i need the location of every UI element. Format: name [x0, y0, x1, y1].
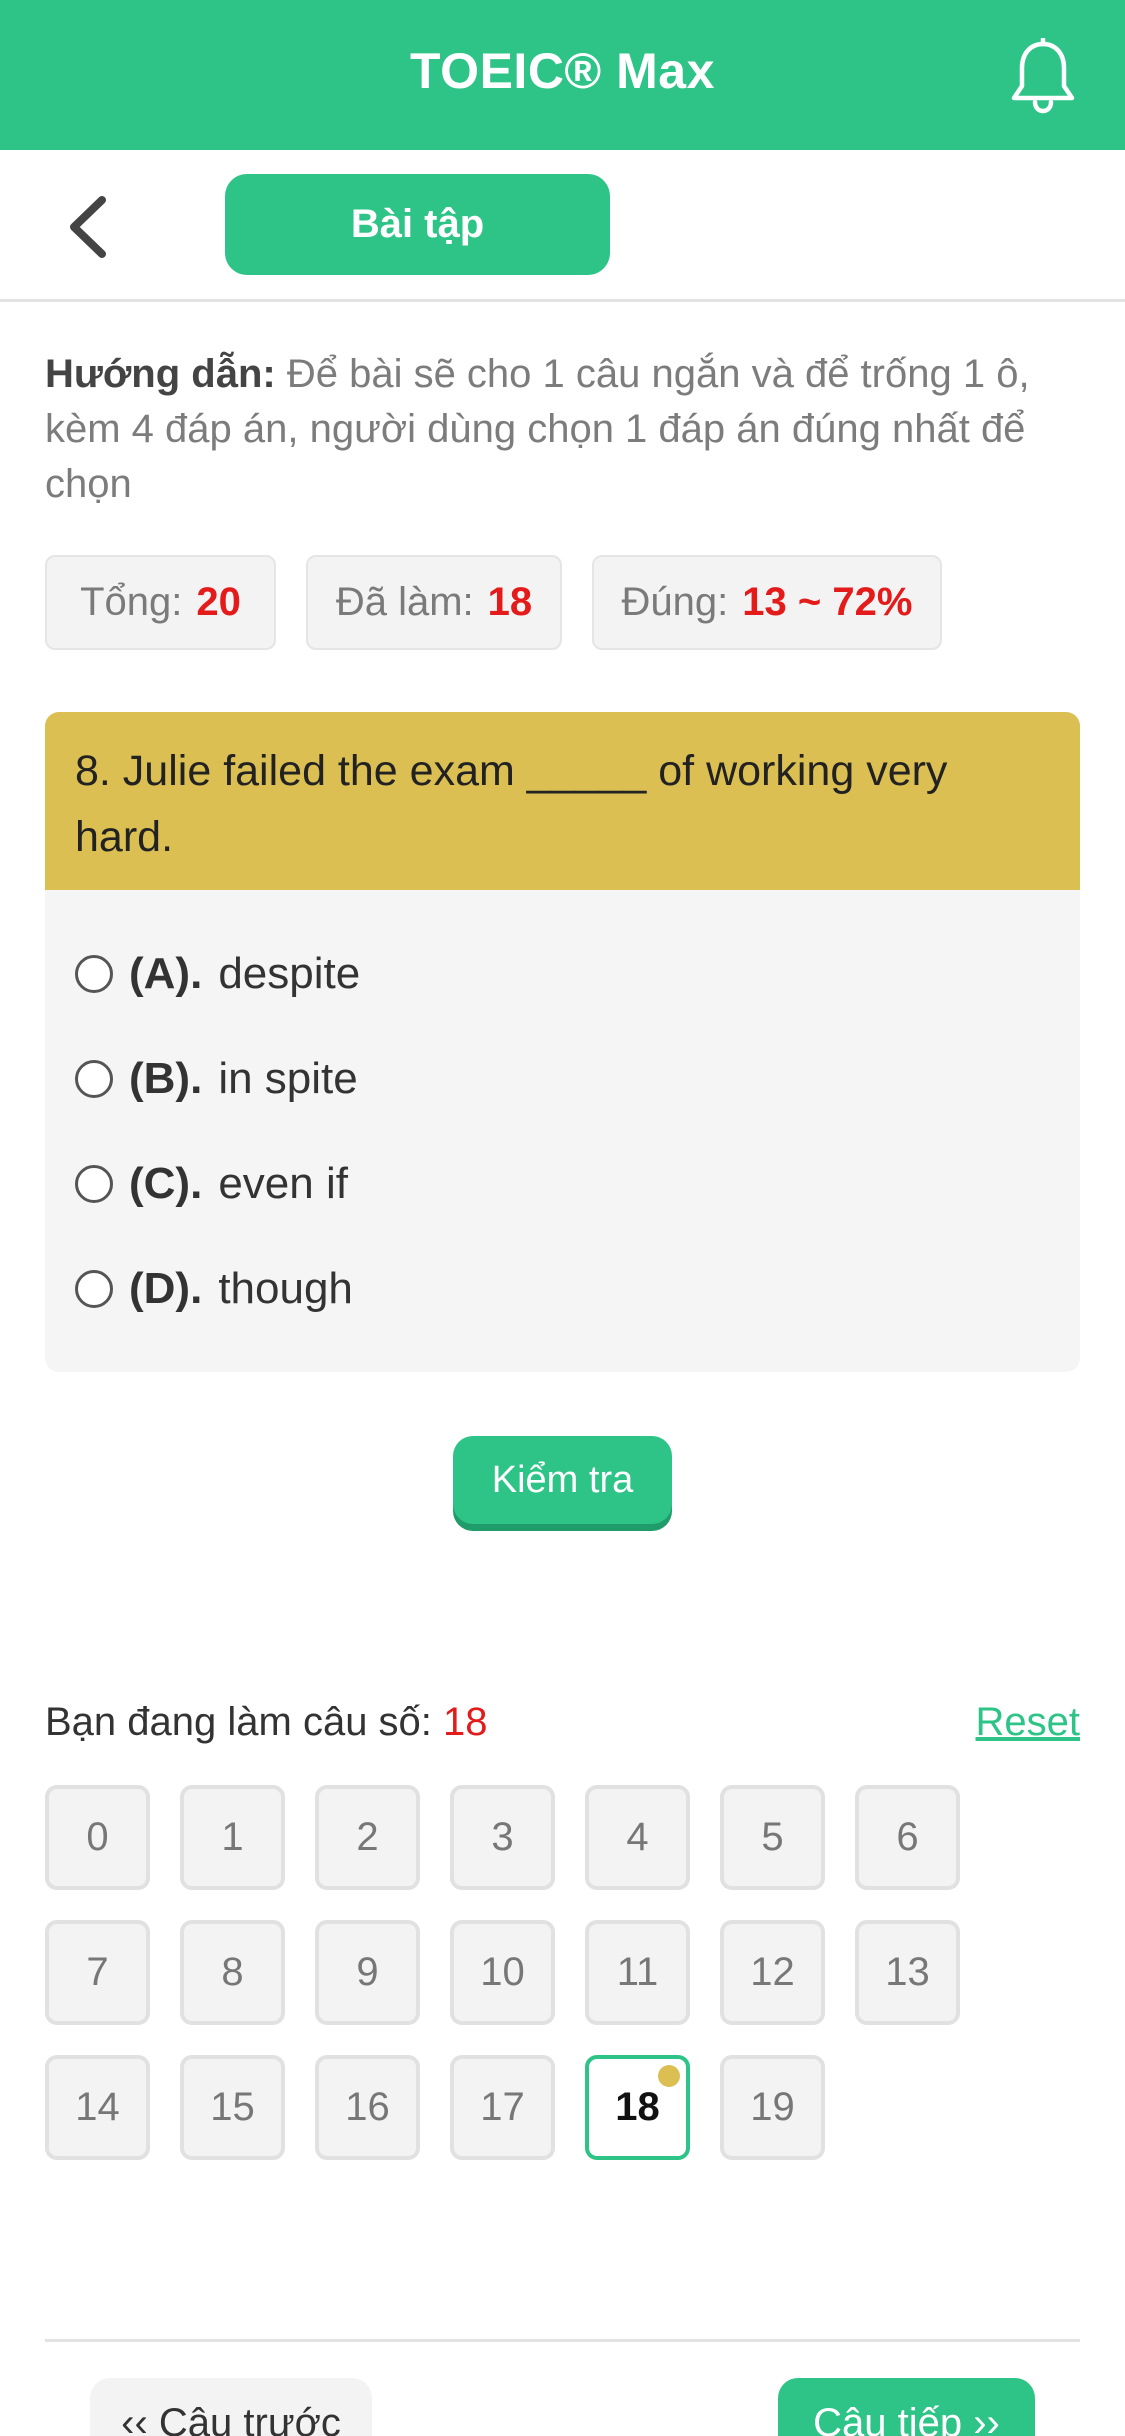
instructions: Hướng dẫn: Để bài sẽ cho 1 câu ngắn và đ…	[45, 347, 1085, 512]
option-c[interactable]: (C). even if	[75, 1154, 348, 1214]
radio-button[interactable]	[75, 1060, 113, 1098]
stat-total-label: Tổng:	[80, 580, 183, 624]
footer-divider	[45, 2339, 1080, 2342]
stat-total-value: 20	[196, 580, 241, 624]
question-number-cell[interactable]: 5	[720, 1785, 825, 1890]
question-number-cell[interactable]: 6	[855, 1785, 960, 1890]
option-letter: (C).	[129, 1159, 203, 1208]
question-number: 18	[615, 2085, 660, 2129]
next-question-button[interactable]: Câu tiếp ››	[778, 2378, 1035, 2436]
option-d[interactable]: (D). though	[75, 1259, 353, 1319]
stat-correct-value: 13 ~ 72%	[742, 580, 913, 624]
reset-link[interactable]: Reset	[976, 1700, 1081, 1745]
question-number-cell[interactable]: 15	[180, 2055, 285, 2160]
question-text: 8. Julie failed the exam _____ of workin…	[45, 712, 1080, 890]
current-marker-dot	[658, 2065, 680, 2087]
option-b[interactable]: (B). in spite	[75, 1049, 358, 1109]
question-number-cell[interactable]: 16	[315, 2055, 420, 2160]
stat-done-label: Đã làm:	[335, 580, 474, 624]
question-number-cell[interactable]: 7	[45, 1920, 150, 2025]
instructions-label: Hướng dẫn:	[45, 352, 276, 396]
radio-button[interactable]	[75, 1270, 113, 1308]
current-question-number: 18	[443, 1700, 488, 1744]
question-number-cell[interactable]: 3	[450, 1785, 555, 1890]
stat-done: Đã làm: 18	[306, 555, 562, 650]
option-text: despite	[218, 949, 361, 998]
question-number-cell[interactable]: 19	[720, 2055, 825, 2160]
question-number-cell[interactable]: 12	[720, 1920, 825, 2025]
question-number-cell[interactable]: 1	[180, 1785, 285, 1890]
tab-exercise[interactable]: Bài tập	[225, 174, 610, 275]
question-number-cell[interactable]: 9	[315, 1920, 420, 2025]
previous-question-button[interactable]: ‹‹ Câu trước	[90, 2378, 372, 2436]
option-text: in spite	[218, 1054, 358, 1103]
option-text: even if	[218, 1159, 348, 1208]
check-button[interactable]: Kiểm tra	[453, 1436, 672, 1524]
question-number-cell[interactable]: 10	[450, 1920, 555, 2025]
question-number-cell[interactable]: 4	[585, 1785, 690, 1890]
option-letter: (D).	[129, 1264, 203, 1313]
back-arrow-icon[interactable]	[62, 192, 114, 262]
radio-button[interactable]	[75, 955, 113, 993]
bell-icon[interactable]	[1008, 38, 1078, 114]
current-question-label: Bạn đang làm câu số:	[45, 1700, 432, 1744]
question-number-cell-current[interactable]: 18	[585, 2055, 690, 2160]
question-number-cell[interactable]: 14	[45, 2055, 150, 2160]
option-text: though	[218, 1264, 353, 1313]
question-card: 8. Julie failed the exam _____ of workin…	[45, 712, 1080, 1372]
stat-correct: Đúng: 13 ~ 72%	[592, 555, 942, 650]
app-title: TOEIC® Max	[410, 43, 715, 99]
option-a[interactable]: (A). despite	[75, 944, 360, 1004]
question-number-cell[interactable]: 11	[585, 1920, 690, 2025]
sub-toolbar: Bài tập	[0, 150, 1125, 302]
question-number-cell[interactable]: 2	[315, 1785, 420, 1890]
stat-done-value: 18	[487, 580, 533, 624]
question-number-cell[interactable]: 8	[180, 1920, 285, 2025]
question-number-cell[interactable]: 13	[855, 1920, 960, 2025]
stat-total: Tổng: 20	[45, 555, 276, 650]
current-question-indicator: Bạn đang làm câu số: 18	[45, 1700, 488, 1745]
app-header: TOEIC® Max	[0, 0, 1125, 150]
radio-button[interactable]	[75, 1165, 113, 1203]
question-number-cell[interactable]: 17	[450, 2055, 555, 2160]
option-letter: (B).	[129, 1054, 203, 1103]
option-letter: (A).	[129, 949, 203, 998]
question-number-cell[interactable]: 0	[45, 1785, 150, 1890]
stat-correct-label: Đúng:	[621, 580, 729, 624]
